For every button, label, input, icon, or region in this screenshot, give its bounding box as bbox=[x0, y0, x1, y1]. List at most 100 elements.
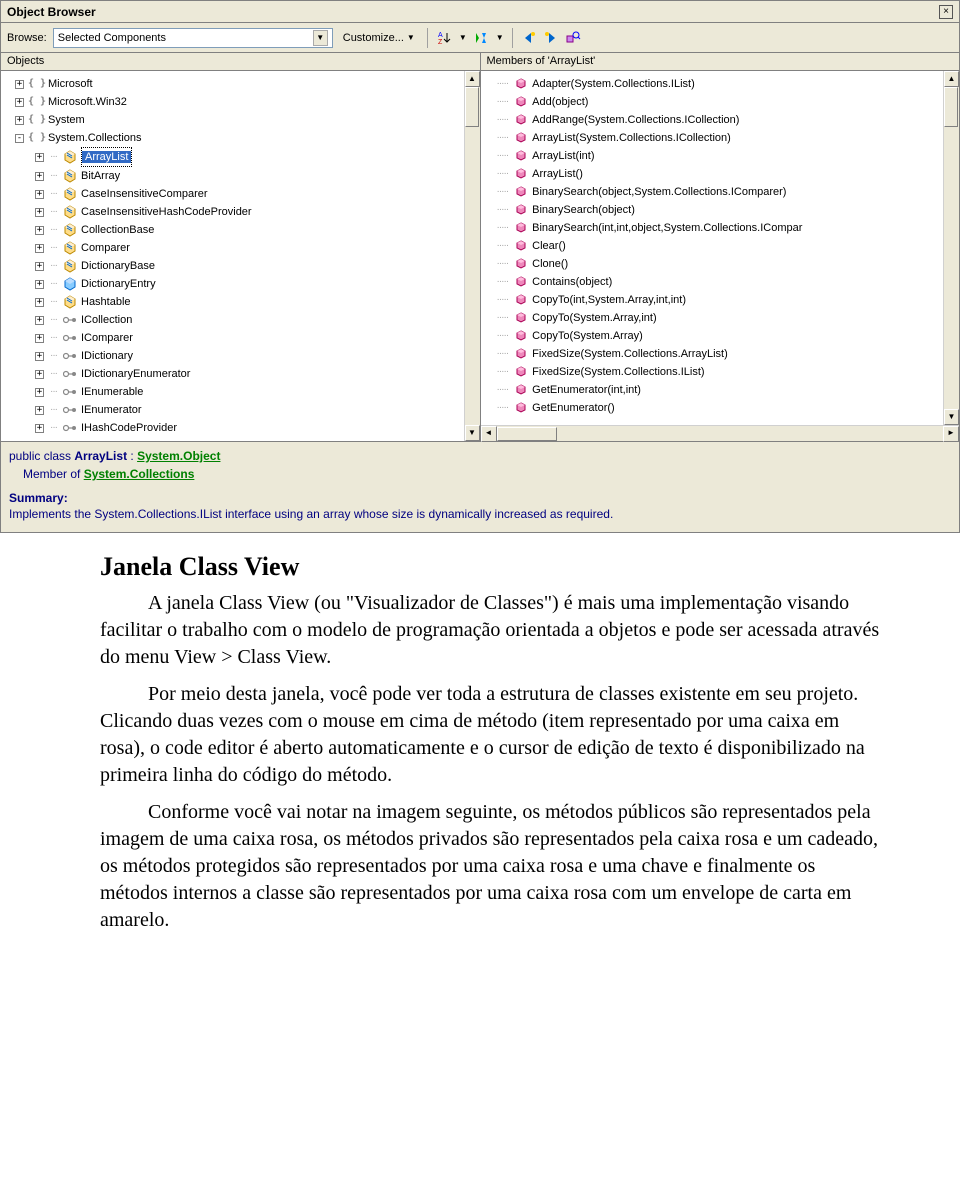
member-item[interactable]: ·····Clone() bbox=[483, 255, 958, 273]
member-item[interactable]: ·····BinarySearch(object,System.Collecti… bbox=[483, 183, 958, 201]
scroll-left-button[interactable]: ◄ bbox=[481, 426, 497, 442]
sort-az-icon[interactable]: AZ bbox=[436, 30, 452, 46]
expand-toggle[interactable]: + bbox=[35, 244, 44, 253]
member-label: Add(object) bbox=[532, 93, 588, 111]
tree-item[interactable]: +···IHashCodeProvider bbox=[3, 419, 478, 437]
tree-item[interactable]: +···ICollection bbox=[3, 311, 478, 329]
member-item[interactable]: ·····Contains(object) bbox=[483, 273, 958, 291]
member-item[interactable]: ·····ArrayList(System.Collections.IColle… bbox=[483, 129, 958, 147]
expand-toggle[interactable]: - bbox=[15, 134, 24, 143]
member-item[interactable]: ·····AddRange(System.Collections.ICollec… bbox=[483, 111, 958, 129]
expand-toggle[interactable]: + bbox=[15, 80, 24, 89]
browse-dropdown[interactable]: Selected Components ▼ bbox=[53, 28, 333, 48]
namespace-icon: { } bbox=[30, 95, 44, 109]
tree-item[interactable]: +···IDictionary bbox=[3, 347, 478, 365]
member-item[interactable]: ·····GetEnumerator() bbox=[483, 399, 958, 417]
scroll-down-button[interactable]: ▼ bbox=[944, 409, 959, 425]
member-item[interactable]: ·····BinarySearch(int,int,object,System.… bbox=[483, 219, 958, 237]
namespace-link[interactable]: System.Collections bbox=[84, 467, 195, 481]
tree-item-label: Comparer bbox=[81, 239, 130, 257]
members-vscroll[interactable]: ▲ ▼ bbox=[943, 71, 959, 425]
tree-item[interactable]: + { } Microsoft.Win32 bbox=[3, 93, 478, 111]
tree-item[interactable]: +···IEnumerator bbox=[3, 401, 478, 419]
expand-toggle[interactable]: + bbox=[35, 280, 44, 289]
objects-tree[interactable]: +{ }Microsoft+{ }Microsoft.Win32+{ }Syst… bbox=[1, 71, 480, 441]
customize-button[interactable]: Customize... ▼ bbox=[339, 30, 419, 46]
member-item[interactable]: ·····CopyTo(System.Array) bbox=[483, 327, 958, 345]
members-hscroll[interactable]: ◄ ► bbox=[481, 425, 960, 441]
tree-item[interactable]: +···CaseInsensitiveComparer bbox=[3, 185, 478, 203]
member-item[interactable]: ·····GetEnumerator(int,int) bbox=[483, 381, 958, 399]
base-type-link[interactable]: System.Object bbox=[137, 449, 220, 463]
tree-item[interactable]: +···CaseInsensitiveHashCodeProvider bbox=[3, 203, 478, 221]
tree-item-label: IHashCodeProvider bbox=[81, 419, 177, 437]
tree-item[interactable]: +···DictionaryBase bbox=[3, 257, 478, 275]
expand-toggle[interactable]: + bbox=[15, 98, 24, 107]
expand-toggle[interactable]: + bbox=[35, 172, 44, 181]
scroll-up-button[interactable]: ▲ bbox=[944, 71, 959, 87]
scroll-thumb[interactable] bbox=[465, 87, 479, 127]
member-item[interactable]: ·····Add(object) bbox=[483, 93, 958, 111]
titlebar: Object Browser × bbox=[1, 1, 959, 23]
filter-icon[interactable] bbox=[473, 30, 489, 46]
member-item[interactable]: ·····ArrayList(int) bbox=[483, 147, 958, 165]
tree-item[interactable]: +···IDictionaryEnumerator bbox=[3, 365, 478, 383]
tree-item-label: BitArray bbox=[81, 167, 120, 185]
scroll-thumb[interactable] bbox=[944, 87, 958, 127]
member-item[interactable]: ·····Adapter(System.Collections.IList) bbox=[483, 75, 958, 93]
scroll-thumb[interactable] bbox=[497, 427, 557, 441]
tree-item[interactable]: +···DictionaryEntry bbox=[3, 275, 478, 293]
scroll-down-button[interactable]: ▼ bbox=[465, 425, 480, 441]
expand-toggle[interactable]: + bbox=[35, 298, 44, 307]
expand-toggle[interactable]: + bbox=[35, 208, 44, 217]
expand-toggle[interactable]: + bbox=[35, 352, 44, 361]
tree-item[interactable]: +···CollectionBase bbox=[3, 221, 478, 239]
expand-toggle[interactable]: + bbox=[35, 153, 44, 162]
tree-item-label: Microsoft.Win32 bbox=[48, 93, 127, 111]
member-item[interactable]: ·····FixedSize(System.Collections.IList) bbox=[483, 363, 958, 381]
member-item[interactable]: ·····ArrayList() bbox=[483, 165, 958, 183]
expand-toggle[interactable]: + bbox=[15, 116, 24, 125]
expand-toggle[interactable]: + bbox=[35, 406, 44, 415]
nav-forward-icon[interactable] bbox=[543, 30, 559, 46]
member-item[interactable]: ·····CopyTo(int,System.Array,int,int) bbox=[483, 291, 958, 309]
tree-item[interactable]: +{ }System bbox=[3, 111, 478, 129]
expand-toggle[interactable]: + bbox=[35, 190, 44, 199]
sort-menu-arrow[interactable]: ▼ bbox=[459, 33, 467, 42]
tree-item[interactable]: +···IComparer bbox=[3, 329, 478, 347]
scroll-right-button[interactable]: ► bbox=[943, 426, 959, 442]
expand-toggle[interactable]: + bbox=[35, 334, 44, 343]
struct-icon bbox=[63, 277, 77, 291]
filter-menu-arrow[interactable]: ▼ bbox=[496, 33, 504, 42]
tree-item[interactable]: +···BitArray bbox=[3, 167, 478, 185]
expand-toggle[interactable]: + bbox=[35, 424, 44, 433]
expand-toggle[interactable]: + bbox=[35, 388, 44, 397]
close-button[interactable]: × bbox=[939, 5, 953, 19]
members-tree[interactable]: ·····Adapter(System.Collections.IList)··… bbox=[481, 71, 960, 425]
method-icon bbox=[514, 77, 528, 91]
expand-toggle[interactable]: + bbox=[35, 316, 44, 325]
member-item[interactable]: ·····BinarySearch(object) bbox=[483, 201, 958, 219]
scroll-up-button[interactable]: ▲ bbox=[465, 71, 480, 87]
svg-text:A: A bbox=[438, 32, 443, 39]
member-item[interactable]: ·····FixedSize(System.Collections.ArrayL… bbox=[483, 345, 958, 363]
objects-pane: Objects +{ }Microsoft+{ }Microsoft.Win32… bbox=[1, 53, 481, 441]
member-item[interactable]: ·····Clear() bbox=[483, 237, 958, 255]
objects-vscroll[interactable]: ▲ ▼ bbox=[464, 71, 480, 441]
member-item[interactable]: ·····CopyTo(System.Array,int) bbox=[483, 309, 958, 327]
tree-item-label: DictionaryEntry bbox=[81, 275, 156, 293]
member-label: GetEnumerator(int,int) bbox=[532, 381, 641, 399]
find-symbol-icon[interactable] bbox=[565, 30, 581, 46]
expand-toggle[interactable]: + bbox=[35, 370, 44, 379]
nav-back-icon[interactable] bbox=[521, 30, 537, 46]
expand-toggle[interactable]: + bbox=[35, 226, 44, 235]
expand-toggle[interactable]: + bbox=[35, 262, 44, 271]
panes: Objects +{ }Microsoft+{ }Microsoft.Win32… bbox=[1, 53, 959, 442]
tree-item[interactable]: +···Hashtable bbox=[3, 293, 478, 311]
tree-item[interactable]: -{ }System.Collections bbox=[3, 129, 478, 147]
tree-item[interactable]: +{ }Microsoft bbox=[3, 75, 478, 93]
tree-item[interactable]: +···Comparer bbox=[3, 239, 478, 257]
chevron-down-icon: ▼ bbox=[407, 33, 415, 42]
tree-item[interactable]: +···IEnumerable bbox=[3, 383, 478, 401]
tree-item[interactable]: +···ArrayList bbox=[3, 147, 478, 167]
